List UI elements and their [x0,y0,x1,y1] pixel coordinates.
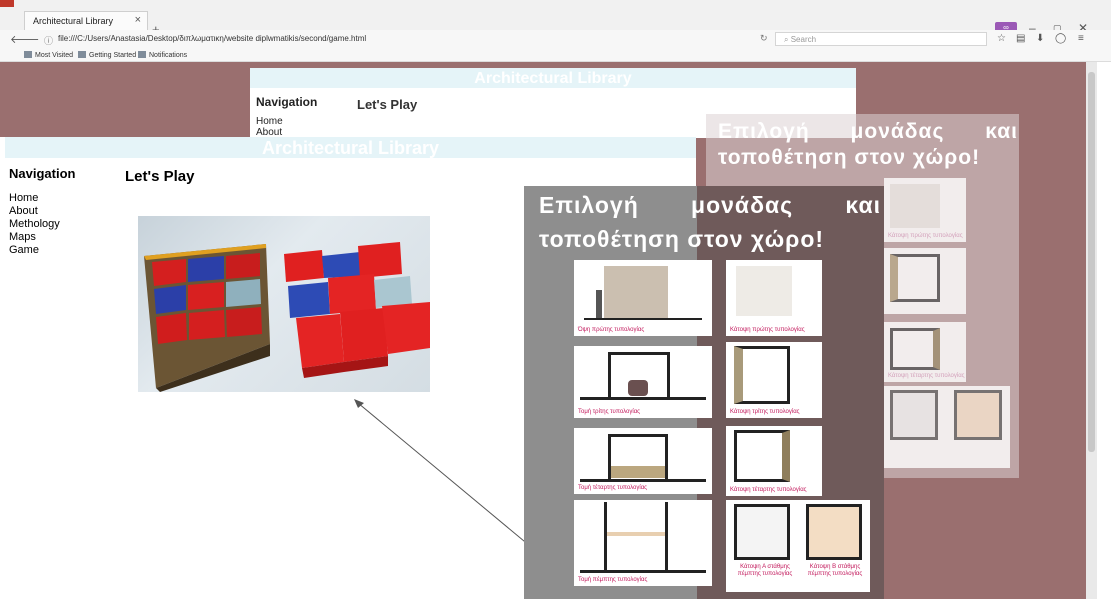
plan-thumbnail [734,430,790,482]
bookmarks-bar: Most Visited Getting Started Notificatio… [0,48,1111,62]
card-caption: Κάτοψη Α στάθμης πέμπτης τυπολογίας [737,564,793,577]
nav-link-maps[interactable]: Maps [9,231,60,244]
section-card[interactable]: Τομή τρίτης τυπολογίας [574,346,712,418]
card-caption: Κάτοψη τέταρτης τυπολογίας [888,373,965,379]
overlay-subtitle: τοποθέτηση στον χώρο! [718,146,981,169]
nav-heading: Navigation [9,166,76,181]
plan-card[interactable]: Κάτοψη τέταρτης τυπολογίας [726,426,822,496]
elevation-card[interactable]: Όψη πρώτης τυπολογίας [574,260,712,336]
page-edge [1097,62,1111,599]
nav-link-about[interactable]: About [9,205,60,218]
floor-fill [611,466,665,478]
plan-thumbnail [890,254,940,302]
page-icon [138,51,146,58]
search-input[interactable]: ⌕ Search [775,32,987,46]
section-thumbnail [604,502,668,572]
nav-toolbar: 🡐 ⓘ file:///C:/Users/Anastasia/Desktop/δ… [0,30,1111,48]
title-strip [0,0,1111,10]
bookmark-star-icon[interactable]: ☆ [997,33,1006,44]
section-card[interactable]: Τομή πέμπτης τυπολογίας [574,500,712,586]
close-tab-icon[interactable]: × [135,14,141,26]
card-caption: Κάτοψη τρίτης τυπολογίας [730,409,800,415]
plan-thumbnail [736,266,792,316]
nav-list: Home About Methology Maps Game [9,192,60,257]
bookmark-most-visited[interactable]: Most Visited [24,51,73,59]
card-caption: Τομή τρίτης τυπολογίας [578,409,641,415]
bookmark-label: Most Visited [35,52,73,59]
ground-line [580,479,706,482]
plan-thumbnail [954,390,1002,440]
card-caption: Κάτοψη τέταρτης τυπολογίας [730,487,807,493]
mezzanine-fill [607,532,665,536]
folder-icon [24,51,32,58]
card-caption: Τομή πέμπτης τυπολογίας [578,577,648,583]
nav-link-game[interactable]: Game [9,244,60,257]
tab-architectural-library[interactable]: Architectural Library × [24,11,148,30]
bookmark-label: Getting Started [89,52,137,59]
nav-link-home[interactable]: Home [9,192,60,205]
overlay-subtitle: τοποθέτηση στον χώρο! [539,226,825,252]
ground-line [580,570,706,573]
plan-thumbnail [890,184,940,228]
page-title: Let's Play [357,97,418,112]
card-caption: Τομή τέταρτης τυπολογίας [578,485,648,491]
bookmark-label: Notifications [149,52,188,59]
tab-title: Architectural Library [33,16,114,26]
overlay-title: Επιλογή μονάδας και [718,120,1018,143]
plan-card[interactable]: Κάτοψη τρίτης τυπολογίας [726,342,822,418]
reload-icon[interactable]: ↻ [760,33,768,44]
tab-bar: Architectural Library × + ∞ – ▢ ✕ [0,10,1111,37]
wall-thumbnail [604,266,668,318]
vertical-scrollbar[interactable] [1086,62,1097,599]
search-icon: ⌕ [784,35,791,44]
nav-heading: Navigation [256,95,318,109]
section-card[interactable]: Τομή τέταρτης τυπολογίας [574,428,712,494]
game-3d-scene[interactable] [138,216,430,392]
nav-link-home[interactable]: Home [256,116,283,127]
ground-line [580,397,706,400]
plan-card: Κάτοψη τέταρτης τυπολογίας [884,322,966,382]
people-figure [628,380,648,396]
url-bar[interactable]: file:///C:/Users/Anastasia/Desktop/διπλω… [58,34,366,43]
page-title: Let's Play [125,168,195,185]
plan-thumbnail [734,504,790,560]
plan-thumbnail [734,346,790,404]
nav-list: Home About [256,116,283,138]
scroll-thumb[interactable] [1088,72,1095,452]
library-icon[interactable]: ▤ [1016,33,1025,44]
plan-card: Κάτοψη πρώτης τυπολογίας [884,178,966,242]
plan-card[interactable]: Κάτοψη πρώτης τυπολογίας [726,260,822,336]
pocket-icon[interactable]: ◯ [1055,33,1066,44]
back-arrow-icon[interactable]: 🡐 [10,32,40,46]
card-caption: Όψη πρώτης τυπολογίας [578,327,645,333]
info-icon[interactable]: ⓘ [44,34,53,47]
plan-pair-card [884,386,1010,468]
menu-icon[interactable]: ≡ [1078,33,1084,44]
overlay-title: Επιλογή μονάδας και [539,192,881,218]
plan-thumbnail [890,328,940,370]
bookmark-getting-started[interactable]: Getting Started [78,51,136,59]
plan-thumbnail [806,504,862,560]
card-caption: Κάτοψη πρώτης τυπολογίας [730,327,805,333]
download-icon[interactable]: ⬇ [1036,33,1044,44]
nav-link-methology[interactable]: Methology [9,218,60,231]
ground-line [584,318,702,320]
overlay-panel: Επιλογή μονάδας και τοποθέτηση στον χώρο… [524,186,884,599]
page-icon [78,51,86,58]
bookmark-notifications[interactable]: Notifications [138,51,187,59]
card-caption: Κάτοψη πρώτης τυπολογίας [888,233,963,239]
site-banner: Architectural Library [5,137,696,158]
card-caption: Κάτοψη Β στάθμης πέμπτης τυπολογίας [807,564,863,577]
pointer-arrow [354,399,537,552]
firefox-icon [0,0,14,7]
plan-card [884,248,966,314]
search-placeholder: Search [790,35,817,44]
site-banner: Architectural Library [250,68,856,88]
grid-blocks-illustration [144,242,430,392]
person-figure [596,290,602,318]
plan-pair-card[interactable]: Κάτοψη Α στάθμης πέμπτης τυπολογίας Κάτο… [726,500,870,592]
plan-thumbnail [890,390,938,440]
